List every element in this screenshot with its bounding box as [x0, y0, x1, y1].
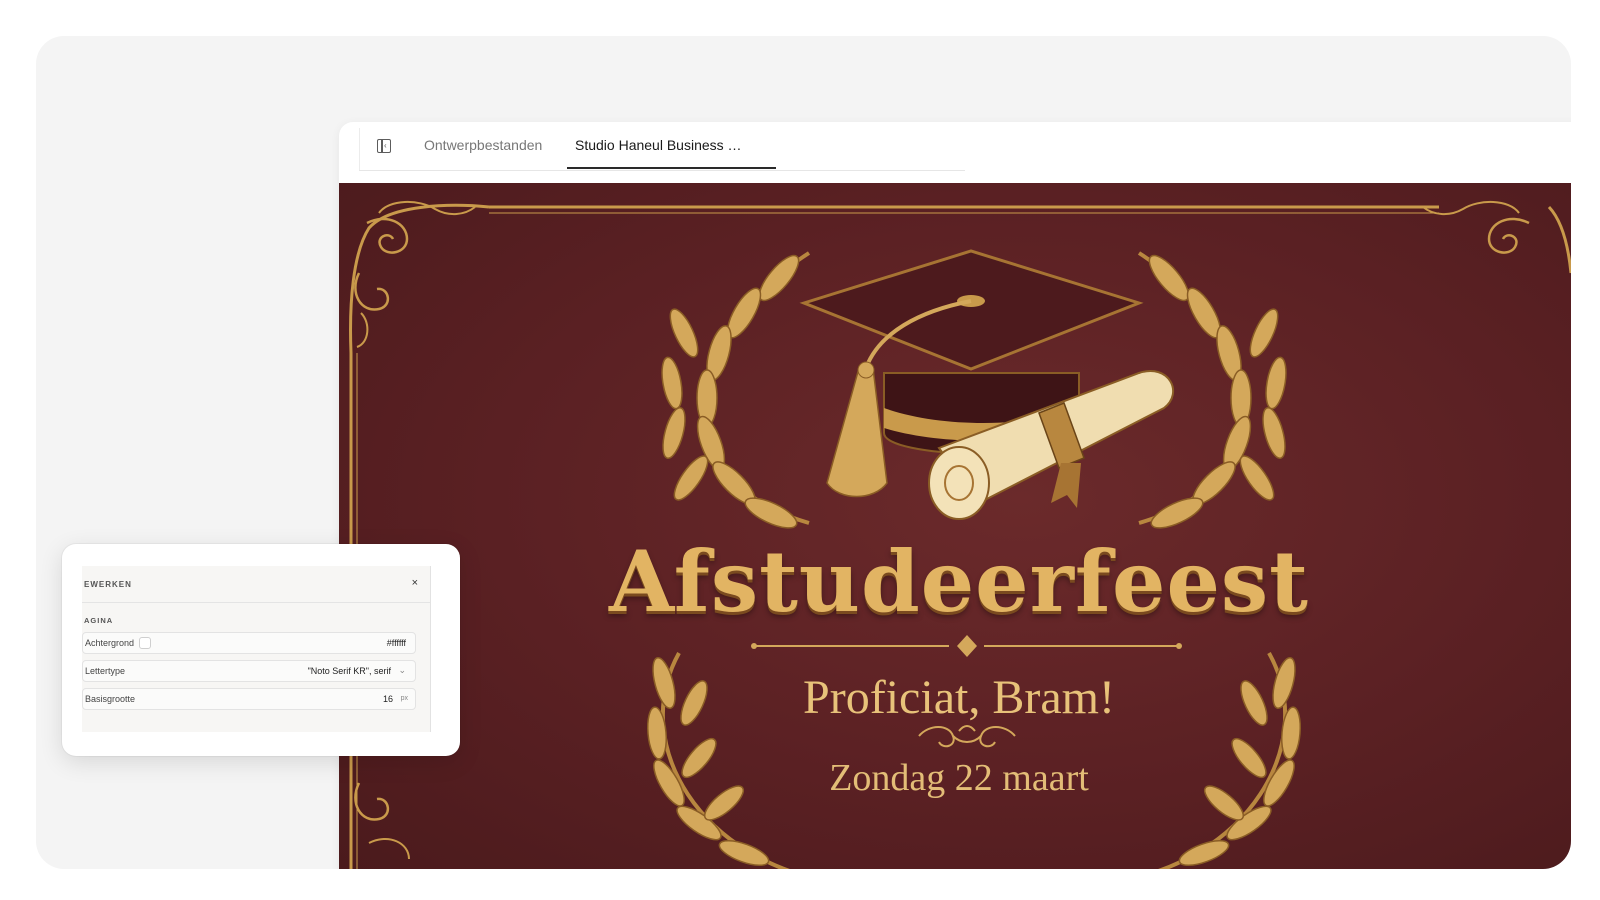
close-icon[interactable]: ×: [412, 577, 418, 589]
panel-header: EWERKEN: [84, 580, 132, 589]
base-size-label: Basisgrootte: [85, 694, 136, 704]
section-heading-page: AGINA: [84, 616, 114, 625]
base-size-field[interactable]: Basisgrootte 16 px: [82, 688, 416, 710]
tab-bar: ‹ Ontwerpbestanden Studio Haneul Busines…: [359, 122, 965, 171]
invitation-subtitle[interactable]: Proficiat, Bram!: [339, 670, 1571, 725]
active-tab-indicator: [567, 167, 776, 169]
background-label: Achtergrond: [85, 638, 135, 648]
invitation-date[interactable]: Zondag 22 maart: [339, 756, 1571, 800]
sidebar-collapse-icon[interactable]: ‹: [377, 139, 391, 153]
panel-divider: [82, 602, 430, 603]
tab-bar-edge: [359, 128, 360, 170]
flourish-divider: [918, 725, 1016, 748]
base-size-value[interactable]: 16: [383, 694, 393, 704]
properties-panel-body: EWERKEN × AGINA Achtergrond #ffffff Lett…: [82, 566, 431, 732]
properties-panel: EWERKEN × AGINA Achtergrond #ffffff Lett…: [62, 544, 460, 756]
invitation-title[interactable]: Afstudeerfeest: [339, 532, 1571, 631]
tab-studio-haneul-business[interactable]: Studio Haneul Business …: [575, 137, 742, 153]
font-family-value[interactable]: "Noto Serif KR", serif: [308, 666, 391, 676]
editor-window: ‹ Ontwerpbestanden Studio Haneul Busines…: [339, 122, 1571, 869]
tab-ontwerpbestanden[interactable]: Ontwerpbestanden: [424, 137, 542, 153]
chevron-down-icon[interactable]: ⌄: [398, 665, 406, 676]
background-color-field[interactable]: Achtergrond #ffffff: [82, 632, 416, 654]
title-divider: [751, 635, 1182, 657]
color-swatch[interactable]: [139, 637, 151, 649]
font-family-select[interactable]: Lettertype "Noto Serif KR", serif ⌄: [82, 660, 416, 682]
font-family-label: Lettertype: [85, 666, 126, 676]
sidebar-toggle-chevron: ‹: [384, 141, 387, 150]
background-value[interactable]: #ffffff: [387, 638, 406, 648]
design-canvas[interactable]: Afstudeerfeest Proficiat, Bram! Zondag 2…: [339, 183, 1571, 869]
sidebar-toggle-bar: [381, 140, 383, 152]
base-size-unit: px: [400, 695, 408, 702]
